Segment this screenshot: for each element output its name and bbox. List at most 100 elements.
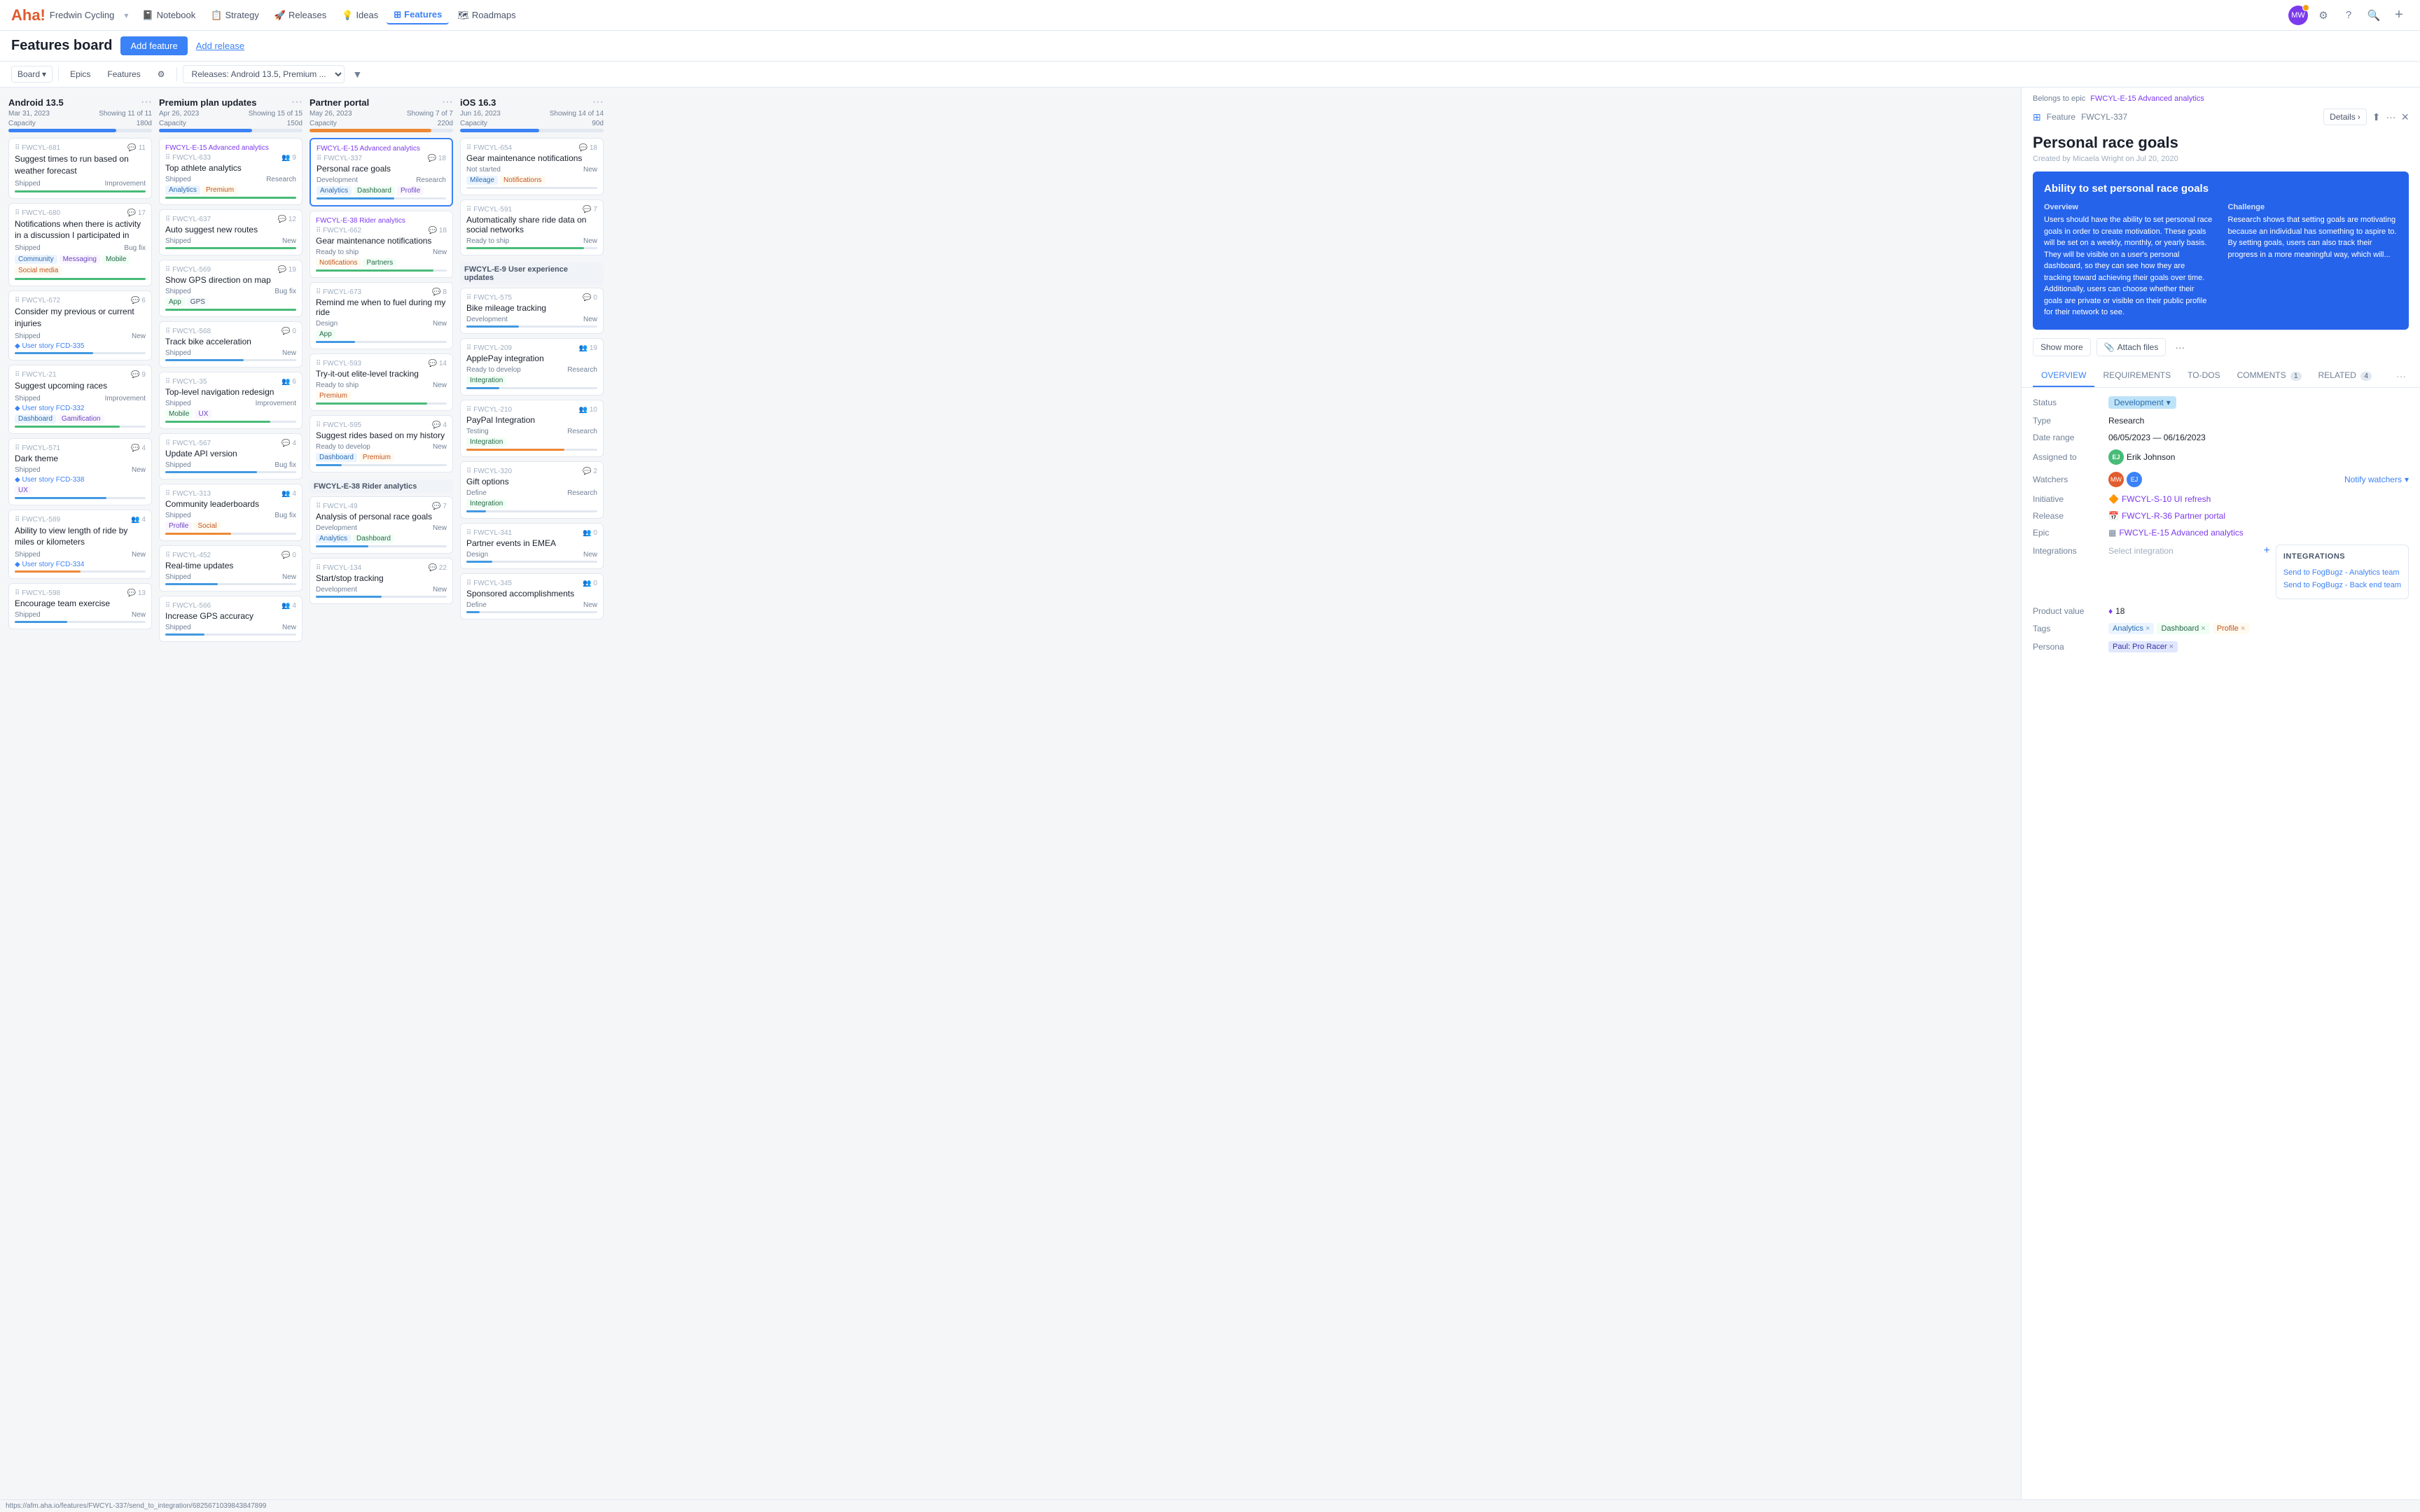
card-662[interactable]: FWCYL-E-38 Rider analytics ⠿ FWCYL-662💬 …	[310, 211, 453, 278]
epic-link[interactable]: FWCYL-E-15 Advanced analytics	[2090, 94, 2204, 103]
tag-remove-dashboard[interactable]: ×	[2201, 624, 2205, 633]
card-452[interactable]: ⠿ FWCYL-452💬 0 Real-time updates Shipped…	[159, 545, 302, 592]
card-345[interactable]: ⠿ FWCYL-345👥 0 Sponsored accomplishments…	[460, 573, 604, 620]
card-680[interactable]: ⠿ FWCYL-680💬 17 Notifications when there…	[8, 203, 152, 287]
add-feature-button[interactable]: Add feature	[120, 36, 187, 55]
search-icon[interactable]: 🔍	[2364, 6, 2384, 25]
epic-field-link[interactable]: FWCYL-E-15 Advanced analytics	[2119, 528, 2243, 538]
notify-watchers-btn[interactable]: Notify watchers	[2344, 475, 2402, 484]
card-337-selected[interactable]: FWCYL-E-15 Advanced analytics ⠿ FWCYL-33…	[310, 138, 453, 206]
card-568[interactable]: ⠿ FWCYL-568💬 0 Track bike acceleration S…	[159, 321, 302, 368]
card-569[interactable]: ⠿ FWCYL-569💬 19 Show GPS direction on ma…	[159, 260, 302, 317]
attach-files-btn[interactable]: 📎 Attach files	[2096, 338, 2167, 356]
persona-remove-icon[interactable]: ×	[2169, 643, 2174, 651]
column-partner: Partner portal ··· May 26, 2023 Showing …	[310, 96, 453, 1499]
card-575[interactable]: ⠿ FWCYL-575💬 0 Bike mileage tracking Dev…	[460, 288, 604, 334]
column-ios: iOS 16.3 ··· Jun 16, 2023 Showing 14 of …	[460, 96, 604, 1499]
help-icon[interactable]: ?	[2339, 6, 2358, 25]
assigned-name[interactable]: Erik Johnson	[2127, 452, 2175, 462]
watcher-avatar-2[interactable]: EJ	[2127, 472, 2142, 487]
card-209[interactable]: ⠿ FWCYL-209👥 19 ApplePay integration Rea…	[460, 338, 604, 396]
status-dropdown[interactable]: Development▾	[2108, 396, 2176, 409]
tag-remove-analytics[interactable]: ×	[2146, 624, 2150, 633]
initiative-link[interactable]: FWCYL-S-10 UI refresh	[2122, 494, 2211, 504]
release-link[interactable]: FWCYL-R-36 Partner portal	[2122, 511, 2225, 521]
field-date-range: Date range 06/05/2023 — 06/16/2023	[2033, 433, 2409, 442]
tag-remove-profile[interactable]: ×	[2241, 624, 2245, 633]
nav-roadmaps[interactable]: 🗺 Roadmaps	[450, 7, 522, 24]
card-210[interactable]: ⠿ FWCYL-210👥 10 PayPal Integration Testi…	[460, 400, 604, 457]
tag: Profile	[165, 522, 192, 531]
card-566[interactable]: ⠿ FWCYL-566👥 4 Increase GPS accuracy Shi…	[159, 596, 302, 642]
more-actions-icon[interactable]: ···	[2171, 338, 2188, 356]
user-avatar[interactable]: MW	[2288, 6, 2308, 25]
card-134[interactable]: ⠿ FWCYL-134💬 22 Start/stop tracking Deve…	[310, 558, 453, 604]
card-637[interactable]: ⠿ FWCYL-637💬 12 Auto suggest new routes …	[159, 209, 302, 255]
nav-features[interactable]: ⊞ Features	[387, 6, 449, 24]
card-571[interactable]: ⠿ FWCYL-571💬 4 Dark theme ShippedNew ◆ U…	[8, 438, 152, 505]
column-header-android: Android 13.5 ···	[8, 96, 152, 108]
card-320[interactable]: ⠿ FWCYL-320💬 2 Gift options DefineResear…	[460, 461, 604, 519]
tag: UX	[15, 486, 32, 495]
field-initiative: Initiative 🔶 FWCYL-S-10 UI refresh	[2033, 494, 2409, 504]
board-view-btn[interactable]: Board▾	[11, 66, 53, 83]
nav-ideas[interactable]: 💡 Ideas	[335, 7, 385, 24]
card-21[interactable]: ⠿ FWCYL-21💬 9 Suggest upcoming races Shi…	[8, 365, 152, 434]
tag: UX	[195, 410, 211, 419]
brand-name[interactable]: Fredwin Cycling	[50, 10, 114, 20]
integrations-placeholder[interactable]: Select integration	[2108, 546, 2174, 556]
tab-requirements[interactable]: REQUIREMENTS	[2094, 365, 2179, 387]
filter-icon[interactable]: ▼	[350, 66, 366, 83]
column-menu-ios[interactable]: ···	[592, 96, 604, 108]
more-options-icon[interactable]: ···	[2386, 111, 2395, 122]
card-589[interactable]: ⠿ FWCYL-589👥 4 Ability to view length of…	[8, 510, 152, 580]
watcher-avatar-1[interactable]: MW	[2108, 472, 2124, 487]
tab-related[interactable]: RELATED 4	[2310, 365, 2380, 387]
column-menu-premium[interactable]: ···	[291, 96, 302, 108]
card-593[interactable]: ⠿ FWCYL-593💬 14 Try-it-out elite-level t…	[310, 354, 453, 411]
tab-todos[interactable]: TO-DOS	[2179, 365, 2228, 387]
field-label-assigned: Assigned to	[2033, 452, 2103, 462]
add-integration-icon[interactable]: +	[2264, 545, 2270, 557]
column-title-android: Android 13.5	[8, 97, 64, 108]
show-more-btn[interactable]: Show more	[2033, 338, 2091, 356]
persona-tag[interactable]: Paul: Pro Racer ×	[2108, 641, 2178, 652]
card-598[interactable]: ⠿ FWCYL-598💬 13 Encourage team exercise …	[8, 583, 152, 629]
card-35[interactable]: ⠿ FWCYL-35👥 6 Top-level navigation redes…	[159, 372, 302, 429]
settings-icon[interactable]: ⚙	[2314, 6, 2333, 25]
card-591[interactable]: ⠿ FWCYL-591💬 7 Automatically share ride …	[460, 200, 604, 255]
tag-analytics[interactable]: Analytics ×	[2108, 623, 2154, 634]
card-633[interactable]: FWCYL-E-15 Advanced analytics ⠿ FWCYL-63…	[159, 138, 302, 205]
features-btn[interactable]: Features	[102, 66, 146, 82]
upload-icon[interactable]: ⬆	[2372, 111, 2381, 123]
card-341[interactable]: ⠿ FWCYL-341👥 0 Partner events in EMEA De…	[460, 523, 604, 569]
card-567[interactable]: ⠿ FWCYL-567💬 4 Update API version Shippe…	[159, 433, 302, 479]
releases-select[interactable]: Releases: Android 13.5, Premium ...	[183, 65, 345, 83]
close-icon[interactable]: ×	[2401, 111, 2409, 123]
nav-releases[interactable]: 🚀 Releases	[267, 7, 333, 24]
toolbar-settings-btn[interactable]: ⚙	[152, 66, 171, 82]
card-49[interactable]: ⠿ FWCYL-49💬 7 Analysis of personal race …	[310, 496, 453, 554]
page-header: Features board Add feature Add release	[0, 31, 2420, 62]
tag-dashboard[interactable]: Dashboard ×	[2157, 623, 2209, 634]
tab-comments[interactable]: COMMENTS 1	[2229, 365, 2310, 387]
nav-notebook[interactable]: 📓 Notebook	[135, 7, 202, 24]
column-menu-android[interactable]: ···	[141, 96, 152, 108]
card-313[interactable]: ⠿ FWCYL-313👥 4 Community leaderboards Sh…	[159, 484, 302, 541]
tab-overview[interactable]: OVERVIEW	[2033, 365, 2094, 387]
add-icon[interactable]: +	[2389, 6, 2409, 25]
details-btn[interactable]: Details ›	[2323, 108, 2367, 125]
integration-item-2[interactable]: Send to FogBugz - Back end team	[2283, 579, 2401, 592]
card-595[interactable]: ⠿ FWCYL-595💬 4 Suggest rides based on my…	[310, 415, 453, 472]
column-menu-partner[interactable]: ···	[442, 96, 453, 108]
integration-item-1[interactable]: Send to FogBugz - Analytics team	[2283, 566, 2401, 579]
card-681[interactable]: ⠿ FWCYL-681💬 11 Suggest times to run bas…	[8, 138, 152, 199]
card-672[interactable]: ⠿ FWCYL-672💬 6 Consider my previous or c…	[8, 290, 152, 360]
card-654[interactable]: ⠿ FWCYL-654💬 18 Gear maintenance notific…	[460, 138, 604, 195]
card-673[interactable]: ⠿ FWCYL-673💬 8 Remind me when to fuel du…	[310, 282, 453, 349]
epics-btn[interactable]: Epics	[64, 66, 96, 82]
tag-profile[interactable]: Profile ×	[2213, 623, 2250, 634]
add-release-button[interactable]: Add release	[196, 41, 244, 51]
column-android: Android 13.5 ··· Mar 31, 2023 Showing 11…	[8, 96, 152, 1499]
nav-strategy[interactable]: 📋 Strategy	[204, 7, 266, 24]
